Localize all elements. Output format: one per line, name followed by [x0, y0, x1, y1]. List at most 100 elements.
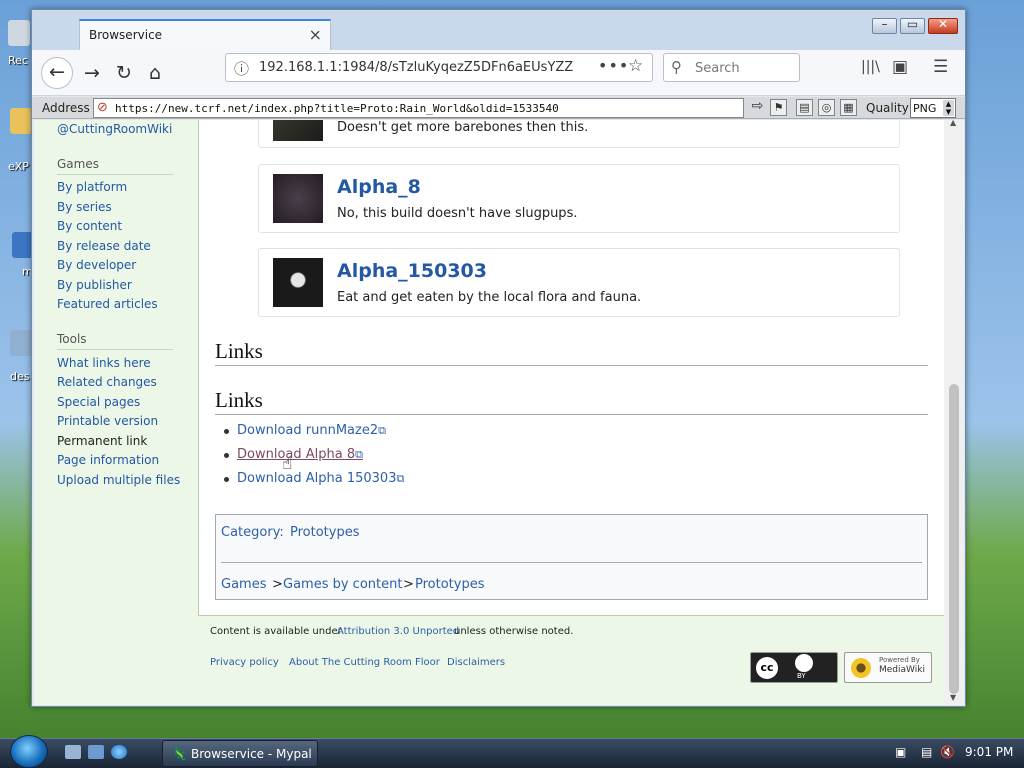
clock[interactable]: 9:01 PM — [965, 745, 1013, 759]
taskbar — [0, 738, 1024, 768]
monitor-icon[interactable] — [10, 330, 32, 356]
scroll-up-icon[interactable]: ▲ — [950, 118, 956, 127]
taskbar-item-browservice[interactable]: 🦎 Browservice - Mypal — [162, 740, 318, 767]
page-scrollbar[interactable]: ▲ ▼ — [944, 118, 964, 705]
footer-link-about[interactable]: About The Cutting Room Floor — [289, 657, 440, 668]
quality-value: PNG — [913, 102, 937, 115]
info-icon[interactable]: ⓘ — [234, 58, 249, 79]
bookmark-star-icon[interactable]: ☆ — [628, 56, 643, 76]
license-link[interactable]: Attribution 3.0 Unported — [337, 626, 459, 637]
desktop-icon-label: eXP — [8, 160, 29, 173]
chevron-updown-icon[interactable]: ▲ ▼ — [943, 100, 954, 116]
breadcrumb-games[interactable]: Games — [221, 577, 266, 592]
sidebar-item-related-changes[interactable]: Related changes — [57, 375, 157, 389]
sidebar-item-printable-version[interactable]: Printable version — [57, 414, 158, 428]
library-icon[interactable]: |||\ — [861, 59, 880, 75]
save-page-icon[interactable]: ▤ — [796, 99, 813, 116]
close-icon: ✕ — [937, 17, 949, 31]
sidebar-icon[interactable]: ▣ — [892, 57, 908, 77]
close-button[interactable]: ✕ — [928, 17, 958, 34]
new-tab-icon[interactable]: + — [311, 18, 329, 43]
sidebar-item-permanent-link[interactable]: Permanent link — [57, 434, 147, 448]
forward-icon[interactable]: → — [76, 57, 108, 89]
card-description: Eat and get eaten by the local flora and… — [337, 290, 642, 305]
tab-title: Browservice — [89, 28, 163, 42]
card-title[interactable]: Alpha_8 — [337, 176, 421, 198]
monitor-tray-icon[interactable]: ▤ — [921, 745, 932, 759]
go-icon[interactable]: ⇨ — [749, 99, 766, 116]
link-label[interactable]: Download Alpha 8 — [237, 447, 355, 462]
home-icon[interactable]: ⌂ — [139, 57, 171, 89]
scroll-down-icon[interactable]: ▼ — [950, 693, 956, 702]
download-runnmaze2-link[interactable]: Download runnMaze2⧉ — [237, 423, 386, 438]
prototype-card: Doesn't get more barebones then this. — [258, 120, 900, 148]
tab-bar: Browservice × + – ▭ ✕ — [32, 10, 965, 50]
url-text[interactable]: 192.168.1.1:1984/8/sTzluKyqezZ5DFn6aEUsY… — [259, 60, 574, 75]
address-input[interactable]: ⊘ https://new.tcrf.net/index.php?title=P… — [93, 98, 744, 118]
sidebar-item-by-developer[interactable]: By developer — [57, 258, 136, 272]
sidebar-item-upload-multiple-files[interactable]: Upload multiple files — [57, 473, 180, 487]
footer-link-privacy-policy[interactable]: Privacy policy — [210, 657, 279, 668]
sidebar-item-page-information[interactable]: Page information — [57, 453, 159, 467]
maximize-button[interactable]: ▭ — [900, 17, 925, 34]
breadcrumb-separator: > — [272, 577, 283, 592]
show-desktop-icon[interactable] — [65, 745, 81, 759]
minimize-button[interactable]: – — [872, 17, 897, 34]
cc-license-badge[interactable]: cc BY — [750, 652, 838, 683]
sidebar-item-by-release-date[interactable]: By release date — [57, 239, 151, 253]
quality-select[interactable]: PNG ▲ ▼ — [910, 98, 956, 118]
sidebar-item-by-platform[interactable]: By platform — [57, 180, 127, 194]
tab-browservice[interactable]: Browservice × — [79, 19, 331, 50]
list-bullet — [224, 429, 229, 434]
clipboard-icon[interactable]: ▦ — [840, 99, 857, 116]
internet-explorer-icon[interactable] — [111, 745, 127, 759]
reload-icon[interactable]: ↻ — [108, 57, 140, 89]
back-icon[interactable]: ← — [41, 57, 73, 89]
prototype-card: Alpha_150303 Eat and get eaten by the lo… — [258, 248, 900, 317]
download-alpha-150303-link[interactable]: Download Alpha 150303⧉ — [237, 471, 404, 486]
volume-muted-icon[interactable]: 🔇 — [940, 745, 955, 759]
sidebar-heading-games: Games — [57, 157, 99, 171]
folder-icon[interactable] — [10, 108, 32, 134]
cc-logo: cc — [756, 657, 778, 679]
start-button[interactable] — [10, 735, 48, 768]
sidebar-item-by-content[interactable]: By content — [57, 219, 122, 233]
category-divider — [221, 562, 922, 563]
sidebar-item-featured-articles[interactable]: Featured articles — [57, 297, 158, 311]
sidebar-link-twitter[interactable]: @CuttingRoomWiki — [57, 122, 172, 136]
address-value[interactable]: https://new.tcrf.net/index.php?title=Pro… — [115, 102, 559, 115]
bookmark-icon[interactable]: ⚑ — [770, 99, 787, 116]
card-title[interactable]: Alpha_150303 — [337, 260, 487, 282]
sidebar-item-by-series[interactable]: By series — [57, 200, 112, 214]
link-label[interactable]: Download Alpha 150303 — [237, 471, 396, 486]
sidebar-item-what-links-here[interactable]: What links here — [57, 356, 151, 370]
sidebar-item-by-publisher[interactable]: By publisher — [57, 278, 132, 292]
breadcrumb-games-by-content[interactable]: Games by content — [283, 577, 402, 592]
find-icon[interactable]: ◎ — [818, 99, 835, 116]
recycle-bin-icon[interactable] — [8, 20, 30, 46]
breadcrumb-prototypes[interactable]: Prototypes — [415, 577, 485, 592]
prototype-thumbnail[interactable] — [273, 120, 323, 141]
heading-rule — [215, 365, 928, 366]
scroll-thumb[interactable] — [949, 384, 959, 694]
prototype-thumbnail[interactable] — [273, 258, 323, 307]
network-icon[interactable]: ▣ — [895, 745, 906, 759]
search-input[interactable]: ⚲ Search — [663, 53, 800, 82]
explorer-icon[interactable] — [88, 745, 104, 759]
address-label: Address — [42, 101, 90, 115]
sidebar-item-special-pages[interactable]: Special pages — [57, 395, 140, 409]
section-heading: Links — [215, 388, 263, 412]
mediawiki-badge[interactable]: Powered By MediaWiki — [844, 652, 932, 683]
external-link-icon: ⧉ — [378, 424, 386, 437]
category-box: Category: Prototypes Games > Games by co… — [215, 514, 928, 600]
category-link-prototypes[interactable]: Prototypes — [290, 525, 360, 540]
menu-icon[interactable]: ☰ — [933, 57, 948, 77]
by-icon — [795, 654, 813, 672]
url-bar[interactable]: ⓘ 192.168.1.1:1984/8/sTzluKyqezZ5DFn6aEU… — [225, 53, 653, 82]
footer-link-disclaimers[interactable]: Disclaimers — [447, 657, 505, 668]
category-label[interactable]: Category: — [221, 525, 284, 540]
page-actions-icon[interactable]: ••• — [598, 56, 629, 75]
prototype-thumbnail[interactable] — [273, 174, 323, 223]
download-alpha-8-link[interactable]: Download Alpha 8⧉ — [237, 447, 363, 462]
link-label[interactable]: Download runnMaze2 — [237, 423, 378, 438]
